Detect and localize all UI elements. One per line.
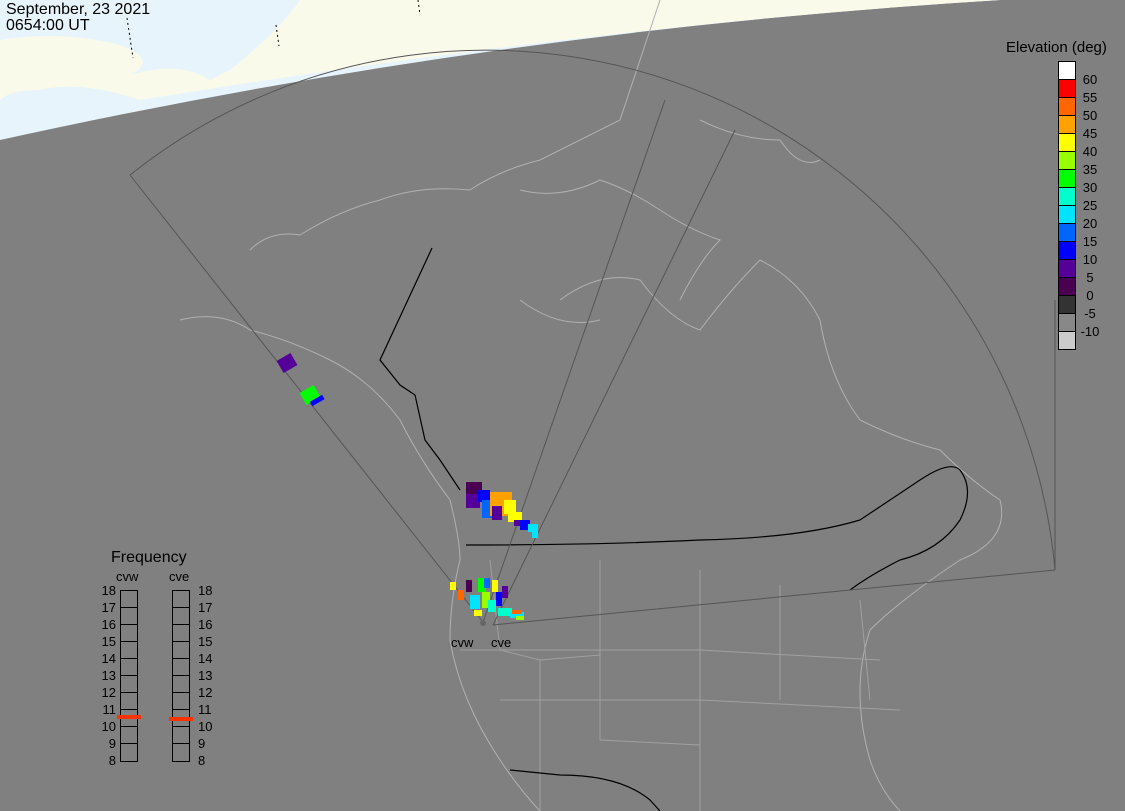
frequency-bar-cvw [120, 590, 138, 762]
legend-label: 30 [1082, 180, 1098, 195]
frequency-tick: 13 [101, 668, 116, 683]
site-label-cve: cve [491, 635, 512, 650]
elevation-legend: Elevation (deg) 60 55 50 45 40 35 30 25 20 15 10 5 0… [1006, 40, 1125, 360]
legend-label: 45 [1082, 126, 1098, 141]
frequency-bar-cve [172, 590, 190, 762]
frequency-title: Frequency [111, 549, 187, 566]
frequency-tick: 9 [108, 736, 116, 751]
date-label: September, 23 2021 [6, 1, 151, 18]
site-label-cvw: cvw [451, 635, 474, 650]
frequency-panel: Frequency cvw cve 18 18 17 17 16 16 15 15 14 14 13… [80, 548, 240, 773]
legend-title: Elevation (deg) [1006, 39, 1107, 56]
legend-label: 60 [1082, 72, 1098, 87]
frequency-marker-cve [169, 716, 193, 721]
legend-label: 0 [1086, 288, 1094, 303]
frequency-tick: 15 [101, 634, 116, 649]
frequency-tick: 15 [198, 634, 213, 649]
frequency-tick: 17 [198, 600, 213, 615]
legend-label: 40 [1082, 144, 1098, 159]
frequency-tick: 16 [198, 617, 213, 632]
frequency-tick: 8 [108, 753, 116, 768]
legend-label: 20 [1082, 216, 1098, 231]
frequency-tick: 10 [198, 719, 213, 734]
frequency-marker-cvw [117, 714, 141, 719]
legend-label: -5 [1084, 306, 1096, 321]
radar-site-marker [480, 620, 486, 626]
legend-label: -10 [1080, 324, 1100, 339]
frequency-tick: 18 [101, 583, 116, 598]
frequency-tick: 16 [101, 617, 116, 632]
radar-label-cvw: cvw [116, 569, 139, 584]
legend-label: 35 [1082, 162, 1098, 177]
frequency-tick: 12 [101, 685, 116, 700]
frequency-tick: 13 [198, 668, 213, 683]
radar-fov [129, 49, 1056, 626]
frequency-tick: 11 [102, 702, 117, 717]
frequency-tick: 11 [198, 702, 212, 717]
radar-label-cve: cve [169, 569, 190, 584]
legend-label: 55 [1082, 90, 1098, 105]
frequency-tick: 12 [198, 685, 213, 700]
country-borders [379, 247, 969, 811]
frequency-tick: 10 [101, 719, 116, 734]
state-boundaries [460, 559, 901, 811]
legend-label: 5 [1086, 270, 1094, 285]
coastlines [179, 0, 1003, 811]
legend-swatch [1058, 331, 1076, 350]
frequency-tick: 17 [101, 600, 116, 615]
frequency-tick: 14 [198, 651, 213, 666]
frequency-tick: 14 [101, 651, 116, 666]
time-label: 0654:00 UT [6, 17, 90, 34]
legend-label: 50 [1082, 108, 1098, 123]
frequency-tick: 18 [198, 583, 213, 598]
frequency-tick: 8 [198, 753, 206, 768]
scatter-cells [276, 352, 538, 620]
frequency-tick: 9 [198, 736, 206, 751]
legend-label: 10 [1082, 252, 1098, 267]
legend-label: 15 [1082, 234, 1098, 249]
legend-label: 25 [1082, 198, 1098, 213]
